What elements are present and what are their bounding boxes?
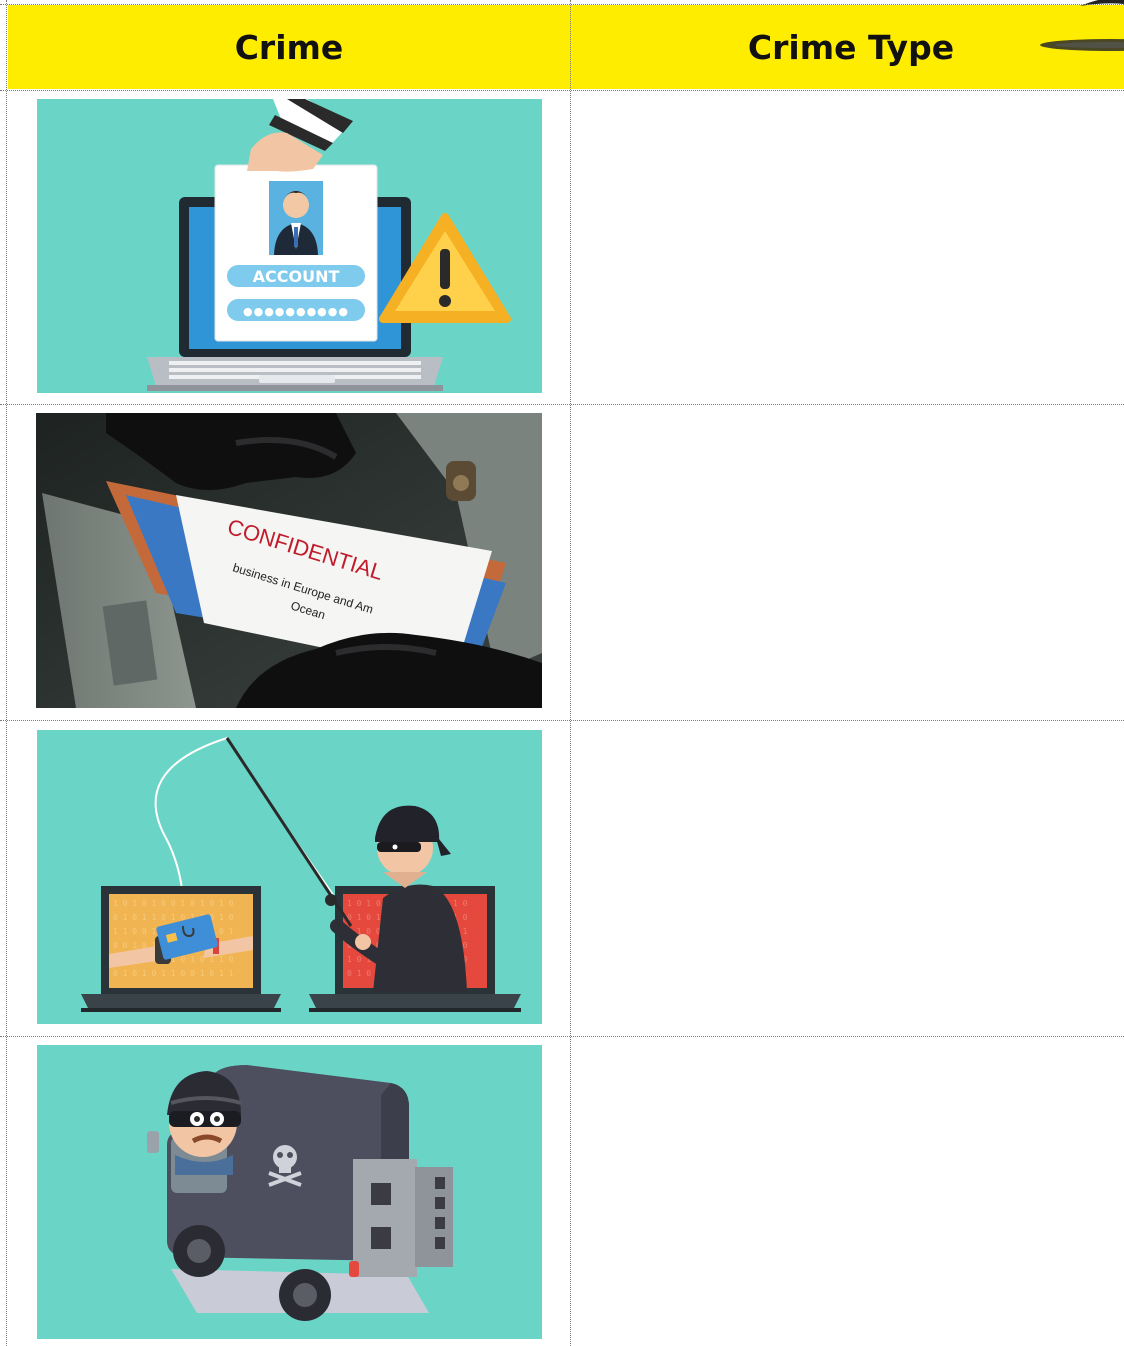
svg-text:0 1 0 1 0 1 1 0 0 1 0 1 1: 0 1 0 1 0 1 1 0 0 1 0 1 1 xyxy=(113,969,234,978)
password-dots: ●●●●●●●●●● xyxy=(243,305,349,318)
confidential-document-theft-photo: CONFIDENTIAL business in Europe and Am O… xyxy=(36,413,542,708)
crime-type-answer-cell[interactable] xyxy=(572,91,1124,404)
svg-text:1 0 1 0 1 0 0 1 0 1 0 1 0: 1 0 1 0 1 0 0 1 0 1 0 1 0 xyxy=(113,899,234,908)
table-column-divider xyxy=(570,0,571,1346)
data-theft-usb-truck-illustration xyxy=(37,1045,542,1339)
worksheet-table: Crime Crime Type ACCOUNT ●●●●●●●●●● CONF… xyxy=(0,0,1124,1346)
account-label: ACCOUNT xyxy=(253,267,340,286)
svg-text:0 1 0 1 1 0 1 0 1 1 0 1 0: 0 1 0 1 1 0 1 0 1 1 0 1 0 xyxy=(113,913,234,922)
marker-streak-decoration xyxy=(1040,0,1124,51)
crime-type-answer-cell[interactable] xyxy=(572,405,1124,720)
phishing-illustration: 1 0 1 0 1 0 0 1 0 1 0 1 0 0 1 0 1 1 0 1 … xyxy=(37,730,542,1024)
crime-type-answer-cell[interactable] xyxy=(572,1037,1124,1346)
table-border-left xyxy=(6,0,7,1346)
table-border-top xyxy=(0,4,1124,5)
header-crime: Crime xyxy=(234,27,344,67)
crime-type-answer-cell[interactable] xyxy=(572,721,1124,1036)
identity-theft-illustration: ACCOUNT ●●●●●●●●●● xyxy=(37,99,542,393)
